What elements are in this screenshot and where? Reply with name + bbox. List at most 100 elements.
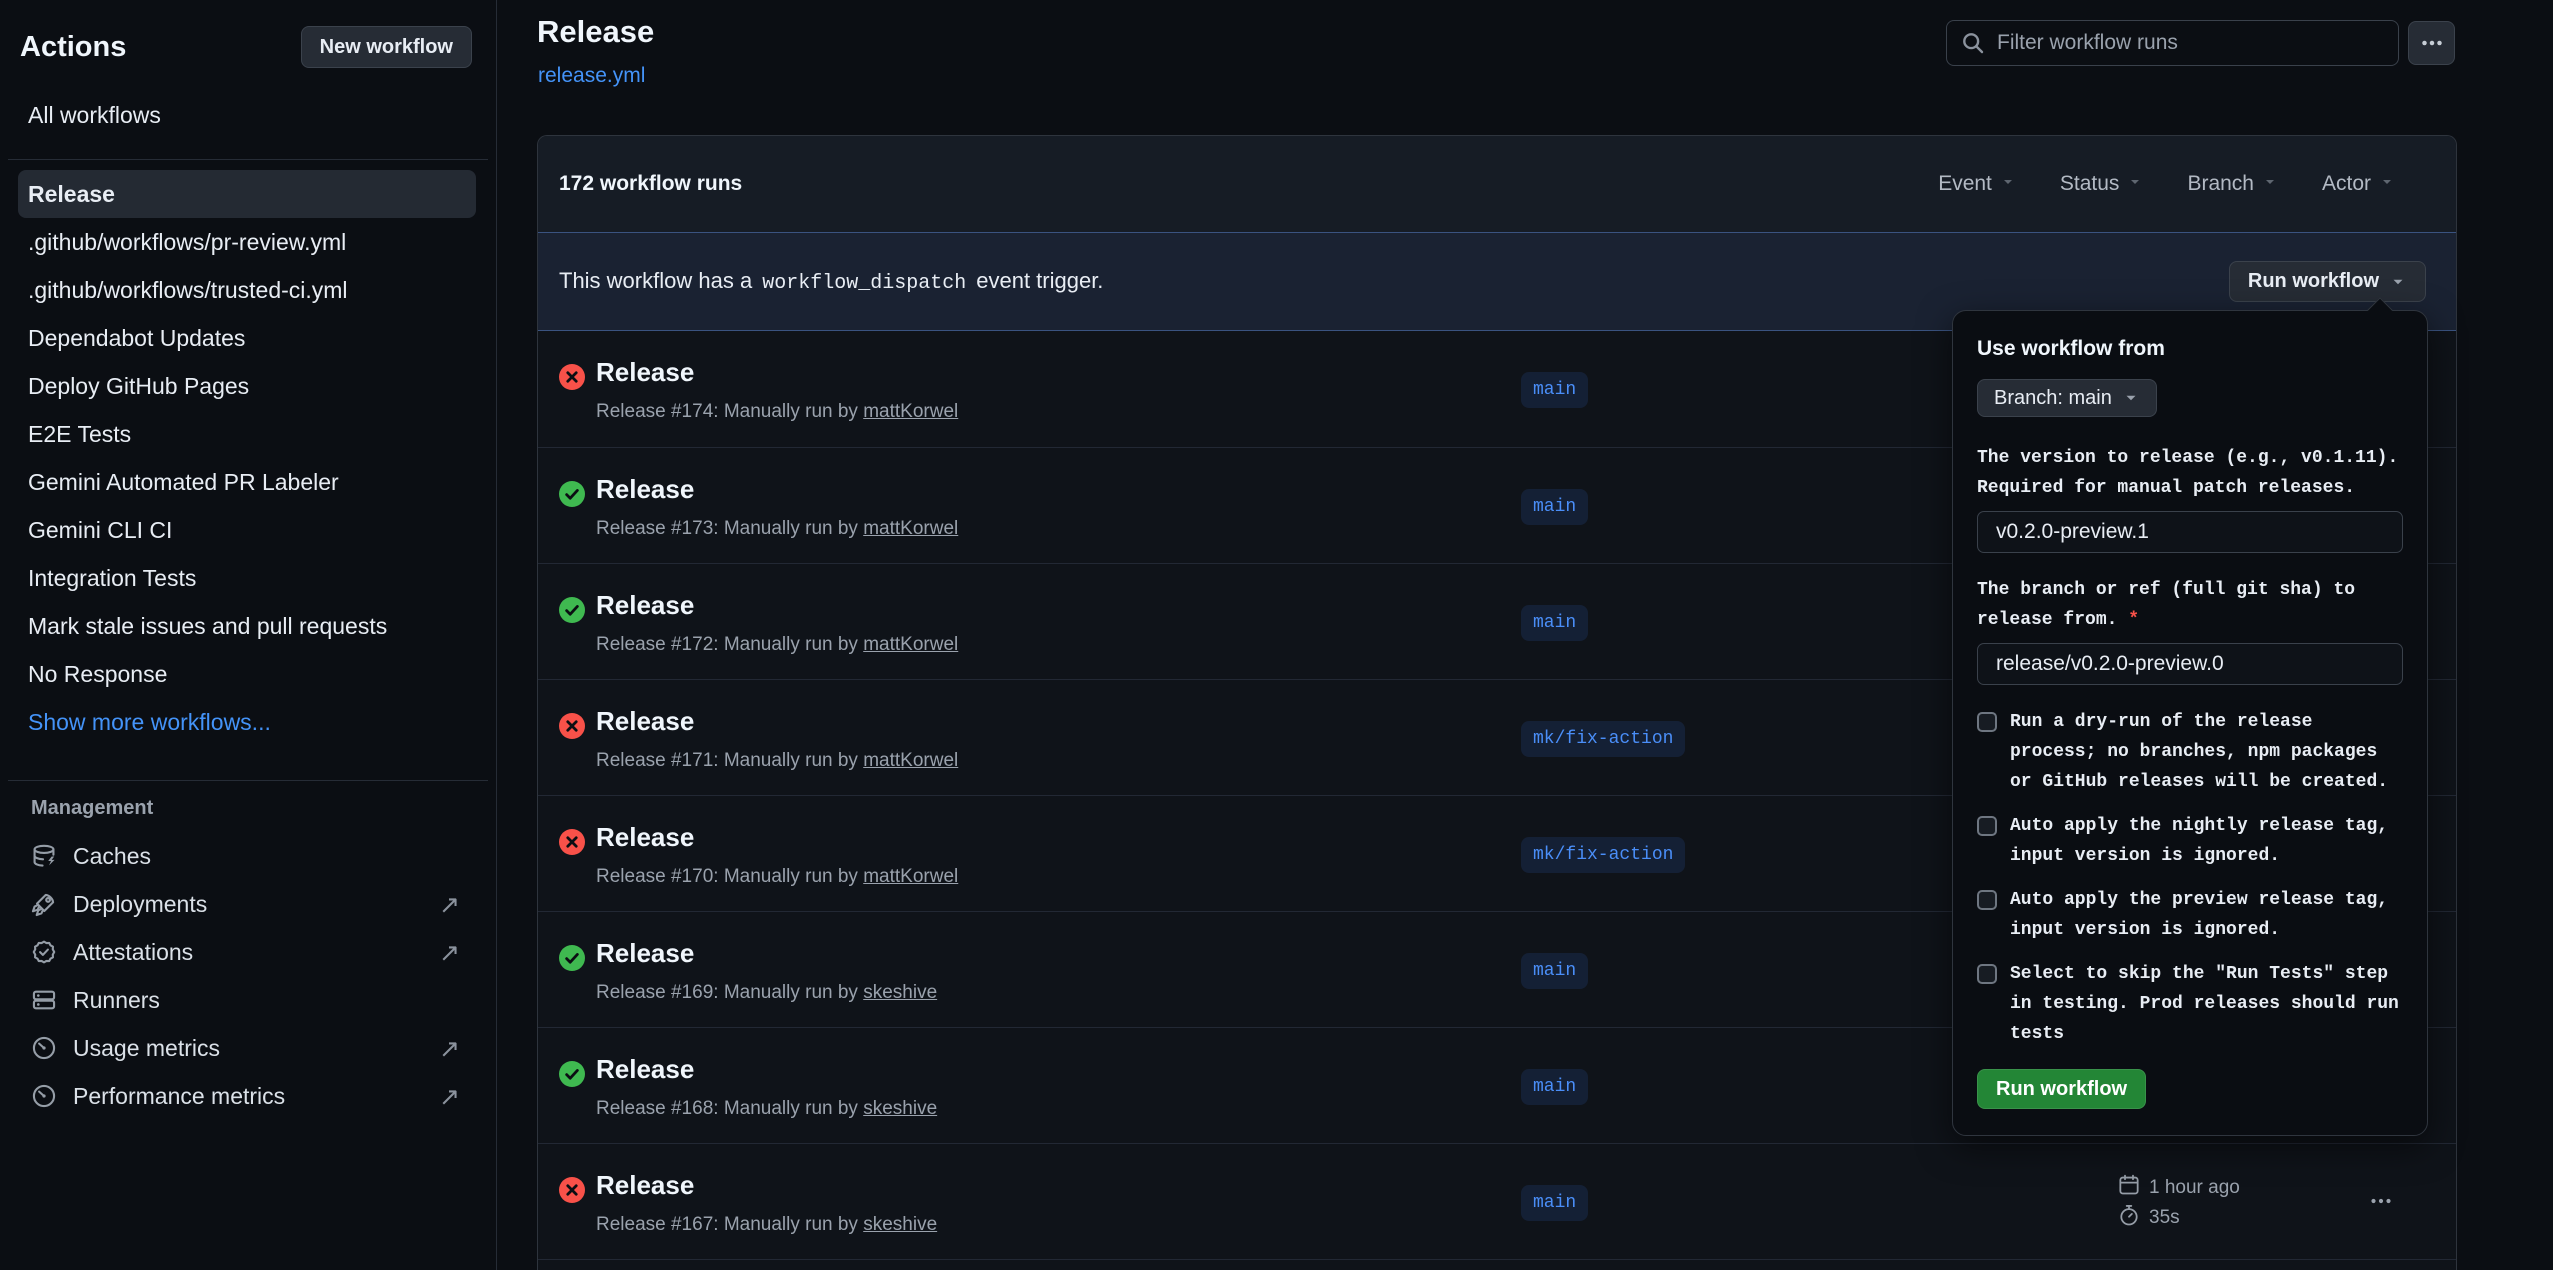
calendar-icon (2118, 1174, 2140, 1202)
branch-badge[interactable]: main (1521, 372, 1588, 408)
checkbox[interactable] (1977, 890, 1997, 910)
success-icon (559, 945, 585, 971)
rocket-icon (31, 891, 57, 917)
sidebar-item-release[interactable]: Release (18, 170, 476, 218)
filter-label: Event (1938, 172, 1992, 196)
new-workflow-button[interactable]: New workflow (301, 26, 472, 68)
sidebar-item-mark-stale-issues-and-pull-requests[interactable]: Mark stale issues and pull requests (18, 602, 476, 650)
actor-link[interactable]: mattKorwel (863, 866, 958, 887)
banner-text: This workflow has aworkflow_dispatcheven… (559, 268, 1103, 295)
branch-badge[interactable]: mk/fix-action (1521, 721, 1685, 757)
run-filters: Event Status Branch Actor (1938, 172, 2395, 196)
run-description: Release #173: Manually run by mattKorwel (596, 518, 958, 540)
management-item-label: Usage metrics (73, 1035, 220, 1062)
management-item-label: Caches (73, 843, 151, 870)
success-icon (559, 481, 585, 507)
failure-icon (559, 713, 585, 739)
version-field-label: The version to release (e.g., v0.1.11). … (1977, 443, 2403, 503)
external-link-icon: ↗ (439, 890, 460, 919)
run-name-link[interactable]: Release (596, 1170, 694, 1201)
required-marker: * (2128, 610, 2139, 630)
run-workflow-dropdown-button[interactable]: Run workflow (2229, 261, 2426, 302)
filter-status-dropdown[interactable]: Status (2060, 172, 2144, 196)
failure-icon (559, 1177, 585, 1203)
external-link-icon: ↗ (439, 1034, 460, 1063)
run-name-link[interactable]: Release (596, 938, 694, 969)
dialog-option-row: Run a dry-run of the release process; no… (1977, 707, 2403, 797)
version-input[interactable] (1977, 511, 2403, 553)
sidebar-item-gemini-automated-pr-labeler[interactable]: Gemini Automated PR Labeler (18, 458, 476, 506)
actor-link[interactable]: mattKorwel (863, 750, 958, 771)
sidebar-item-e2e-tests[interactable]: E2E Tests (18, 410, 476, 458)
workflow-run-row[interactable]: ReleaseRelease #167: Manually run by ske… (538, 1143, 2456, 1259)
management-item-label: Deployments (73, 891, 207, 918)
run-name-link[interactable]: Release (596, 474, 694, 505)
sidebar-item-no-response[interactable]: No Response (18, 650, 476, 698)
run-description: Release #172: Manually run by mattKorwel (596, 634, 958, 656)
filter-workflow-runs-box[interactable] (1946, 20, 2399, 66)
failure-icon (559, 364, 585, 390)
checkbox[interactable] (1977, 816, 1997, 836)
run-description: Release #174: Manually run by mattKorwel (596, 401, 958, 423)
run-options-button[interactable] (2364, 1186, 2398, 1216)
branch-badge[interactable]: main (1521, 605, 1588, 641)
checkbox[interactable] (1977, 712, 1997, 732)
caret-down-icon (2389, 273, 2407, 291)
sidebar-item-attestations[interactable]: Attestations ↗ (0, 928, 496, 976)
sidebar-item-github-workflows-pr-review-yml[interactable]: .github/workflows/pr-review.yml (18, 218, 476, 266)
sidebar-item-performance-metrics[interactable]: Performance metrics↗ (0, 1072, 496, 1120)
sidebar-item-dependabot-updates[interactable]: Dependabot Updates (18, 314, 476, 362)
run-name-link[interactable]: Release (596, 590, 694, 621)
show-more-workflows-link[interactable]: Show more workflows... (18, 698, 476, 746)
runs-list-header: 172 workflow runs Event Status Branch Actor (538, 136, 2456, 232)
management-list: CachesDeployments↗Attestations↗RunnersUs… (0, 832, 496, 1120)
workflow-file-link[interactable]: release.yml (538, 64, 645, 88)
run-name-link[interactable]: Release (596, 1054, 694, 1085)
actor-link[interactable]: mattKorwel (863, 634, 958, 655)
sidebar-item-github-workflows-trusted-ci-yml[interactable]: .github/workflows/trusted-ci.yml (18, 266, 476, 314)
sidebar-item-usage-metrics[interactable]: Usage metrics ↗ (0, 1024, 496, 1072)
dialog-option-row: Auto apply the preview release tag, inpu… (1977, 885, 2403, 945)
kebab-icon (2420, 31, 2444, 55)
branch-badge[interactable]: main (1521, 953, 1588, 989)
workflow-options-button[interactable] (2408, 21, 2455, 65)
checkbox[interactable] (1977, 964, 1997, 984)
filter-event-dropdown[interactable]: Event (1938, 172, 2016, 196)
sidebar-item-gemini-cli-ci[interactable]: Gemini CLI CI (18, 506, 476, 554)
branch-select-button[interactable]: Branch: main (1977, 379, 2157, 417)
branch-badge[interactable]: main (1521, 489, 1588, 525)
filter-workflow-runs-input[interactable] (1997, 31, 2384, 55)
actor-link[interactable]: skeshive (863, 1214, 937, 1235)
checkbox-label: Auto apply the nightly release tag, inpu… (2010, 811, 2403, 871)
actor-link[interactable]: mattKorwel (863, 518, 958, 539)
sidebar-item-deploy-github-pages[interactable]: Deploy GitHub Pages (18, 362, 476, 410)
run-time: 1 hour ago (2149, 1177, 2240, 1199)
success-icon (559, 1061, 585, 1087)
external-link-icon: ↗ (439, 938, 460, 967)
filter-branch-dropdown[interactable]: Branch (2187, 172, 2278, 196)
management-item-label: Attestations (73, 939, 193, 966)
sidebar-item-caches[interactable]: Caches (0, 832, 496, 880)
filter-actor-dropdown[interactable]: Actor (2322, 172, 2395, 196)
run-name-link[interactable]: Release (596, 706, 694, 737)
sidebar-item-integration-tests[interactable]: Integration Tests (18, 554, 476, 602)
run-name-link[interactable]: Release (596, 357, 694, 388)
branch-badge[interactable]: main (1521, 1185, 1588, 1221)
actor-link[interactable]: mattKorwel (863, 401, 958, 422)
branch-badge[interactable]: mk/fix-action (1521, 837, 1685, 873)
sidebar-item-deployments[interactable]: Deployments ↗ (0, 880, 496, 928)
actor-link[interactable]: skeshive (863, 982, 937, 1003)
workflow-list: Release.github/workflows/pr-review.yml.g… (18, 170, 476, 746)
run-workflow-submit-button[interactable]: Run workflow (1977, 1069, 2146, 1109)
sidebar-item-all-workflows[interactable]: All workflows (28, 102, 476, 129)
run-count-label: 172 workflow runs (559, 172, 742, 196)
caret-down-icon (2000, 172, 2016, 196)
run-name-link[interactable]: Release (596, 822, 694, 853)
sidebar-item-runners[interactable]: Runners (0, 976, 496, 1024)
dialog-title: Use workflow from (1977, 337, 2403, 361)
workflow-run-row[interactable] (538, 1259, 2456, 1270)
branch-badge[interactable]: main (1521, 1069, 1588, 1105)
actor-link[interactable]: skeshive (863, 1098, 937, 1119)
ref-input[interactable] (1977, 643, 2403, 685)
filter-label: Status (2060, 172, 2120, 196)
